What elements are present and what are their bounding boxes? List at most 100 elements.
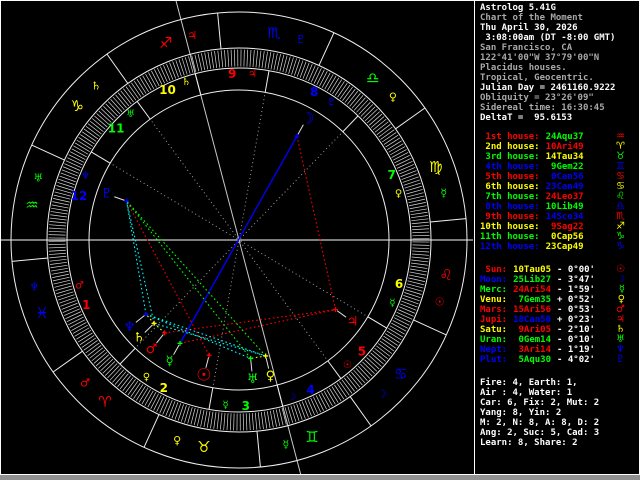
wheel-sign-ruler-libra-icon: ♀ (389, 91, 397, 104)
wheel-house-number-6: 6 (395, 277, 403, 291)
planet-position-list: Sun: 10Tau05- 0°00' ☉ Moon: 25Lib27- 3°47' ☽ M… (475, 265, 639, 366)
planet-label: Moon: (480, 275, 508, 285)
house-label: 7th house: (480, 192, 540, 202)
house-cusp-value: 9Sag22 (545, 222, 584, 232)
chart-header: Astrolog 5.41G Chart of the Moment Thu Apr… (475, 3, 639, 123)
wheel-sign-gemini-icon: ♊ (305, 428, 318, 446)
planet-row: Moon: 25Lib27- 3°47' ☽ (475, 275, 639, 286)
planet-latitude: - 3°47' (557, 275, 595, 285)
aspect-lines (126, 135, 337, 359)
planet-position-value: 7Gem35 (513, 295, 552, 305)
wheel-house-ruler-11-icon: ♅ (126, 109, 135, 120)
wheel-house-number-1: 1 (82, 298, 90, 312)
house-label: 3rd house: (480, 152, 540, 162)
stats-line-3: Car: 6, Fix: 2, Mut: 2 (480, 398, 600, 408)
info-panel: Astrolog 5.41G Chart of the Moment Thu Apr… (474, 0, 639, 474)
planet-row: Jupi: 18Can50 + 0°23' ♃ (475, 315, 639, 326)
wheel-house-number-5: 5 (358, 345, 366, 359)
wheel-house-ruler-9-icon: ♃ (248, 69, 257, 80)
header-line-3: Thu April 30, 2026 (480, 23, 578, 33)
wheel-house-ruler-10-icon: ♄ (182, 77, 191, 88)
wheel-planet-mars-icon: ♂ (146, 342, 158, 357)
house-cusp-value: 10Ari49 (545, 142, 584, 152)
header-line-12: DeltaT = 95.6153 (480, 113, 573, 123)
header-line-6: 122°41'00"W 37°79'00"N (480, 53, 600, 63)
stats-line-5: M: 2, N: 8, A: 8, D: 2 (480, 418, 600, 428)
wheel-sign-ruler-taurus-icon: ♀ (173, 434, 181, 447)
wheel-house-number-8: 8 (310, 85, 318, 99)
house-cusp-value: 23Can49 (545, 182, 584, 192)
wheel-house-ruler-2-icon: ♀ (143, 372, 150, 383)
planet-label: Sun: (480, 265, 508, 275)
planet-position-value: 15Ari56 (513, 305, 552, 315)
planet-latitude: - 4°02' (557, 355, 595, 365)
house-row: 11th house: 0Cap56 ♑ (475, 232, 639, 243)
house-cusp-value: 14Tau34 (545, 152, 584, 162)
planet-label: Uran: (480, 335, 508, 345)
house-label: 9th house: (480, 212, 540, 222)
planet-label: Jupi: (480, 315, 508, 325)
house-row: 12th house: 23Cap49 ♑ (475, 241, 639, 253)
wheel-sign-ruler-leo-icon: ☉ (435, 295, 445, 308)
planet-label: Mars: (480, 305, 508, 315)
house-label: 2nd house: (480, 142, 540, 152)
house-cusp-value: 10Lib49 (545, 202, 584, 212)
wheel-planet-venus-icon: ♀ (266, 369, 276, 384)
wheel-house-ruler-8-icon: ♇ (327, 97, 336, 108)
stats-line-4: Yang: 8, Yin: 2 (480, 408, 562, 418)
header-line-5: San Francisco, CA (480, 43, 573, 53)
house-label: 5th house: (480, 172, 540, 182)
wheel-sign-ruler-aquarius-icon: ♅ (33, 172, 43, 185)
house-label: 12th house: (480, 242, 540, 252)
wheel-house-number-7: 7 (388, 168, 396, 182)
wheel-house-number-9: 9 (228, 67, 236, 81)
house-label: 4th house: (480, 162, 540, 172)
stats-line-6: Ang: 2, Suc: 5, Cad: 3 (480, 428, 600, 438)
house-row: 5th house: 0Can56 ♋ (475, 172, 639, 183)
header-line-8: Tropical, Geocentric. (480, 73, 594, 83)
house-row: 7th house: 24Leo37 ♌ (475, 192, 639, 203)
wheel-sign-ruler-virgo-icon: ☿ (440, 187, 447, 200)
element-stats: Fire: 4, Earth: 1, Air : 4, Water: 1 Car: … (475, 378, 639, 448)
planet-position-value: 18Can50 (513, 315, 552, 325)
wheel-sign-ruler-capricorn-icon: ♄ (91, 80, 101, 93)
planet-latitude: + 0°52' (557, 295, 595, 305)
wheel-sign-ruler-gemini-icon: ☿ (282, 438, 289, 451)
house-row: 4th house: 9Gem22 ♊ (475, 162, 639, 173)
wheel-house-ruler-7-icon: ♀ (395, 188, 402, 199)
planet-position-value: 5Aqu30 (513, 355, 552, 365)
stats-line-2: Air : 4, Water: 1 (480, 388, 573, 398)
wheel-sign-ruler-aries-icon: ♂ (80, 376, 90, 389)
wheel-sign-ruler-cancer-icon: ☽ (377, 387, 387, 400)
wheel-sign-libra-icon: ♎ (366, 69, 379, 87)
wheel-house-number-3: 3 (242, 399, 250, 413)
planet-latitude: - 1°19' (557, 345, 595, 355)
wheel-house-number-12: 12 (71, 189, 88, 203)
wheel-sign-leo-icon: ♌ (439, 266, 452, 284)
house-cusp-value: 14Sco34 (545, 212, 584, 222)
planet-position-value: 3Ari14 (513, 345, 552, 355)
house-row: 9th house: 14Sco34 ♏ (475, 212, 639, 223)
wheel-house-number-10: 10 (159, 83, 176, 97)
planet-glyph-icon: ♇ (616, 354, 625, 365)
stats-line-7: Learn: 8, Share: 2 (480, 438, 578, 448)
wheel-sign-sagittarius-icon: ♐ (159, 34, 172, 52)
wheel-sign-ruler-pisces-icon: ♆ (29, 280, 39, 293)
wheel-sign-pisces-icon: ♓ (35, 304, 48, 322)
wheel-house-number-11: 11 (108, 121, 125, 135)
planet-position-value: 10Tau05 (513, 265, 552, 275)
wheel-planet-mercury-icon: ☿ (166, 354, 174, 369)
header-line-2: Chart of the Moment (480, 13, 583, 23)
wheel-house-ruler-12-icon: ♆ (81, 171, 90, 182)
planet-row: Plut: 5Aqu30 - 4°02' ♇ (475, 354, 639, 366)
planet-row: Sun: 10Tau05- 0°00' ☉ (475, 265, 639, 276)
wheel-sign-cancer-icon: ♋ (394, 365, 407, 383)
stats-line-1: Fire: 4, Earth: 1, (480, 378, 578, 388)
planet-position-dots (124, 133, 339, 361)
house-cusp-value: 23Cap49 (545, 242, 584, 252)
house-sign-icon: ♑ (616, 241, 625, 252)
planet-row: Merc: 24Ari54- 1°59' ☿ (475, 285, 639, 296)
house-cusp-list: 1st house: 24Aqu37 ♒ 2nd house: 10Ari49 ♈ 3r… (475, 132, 639, 253)
house-row: 8th house: 10Lib49 ♎ (475, 202, 639, 213)
planet-label: Merc: (480, 285, 508, 295)
